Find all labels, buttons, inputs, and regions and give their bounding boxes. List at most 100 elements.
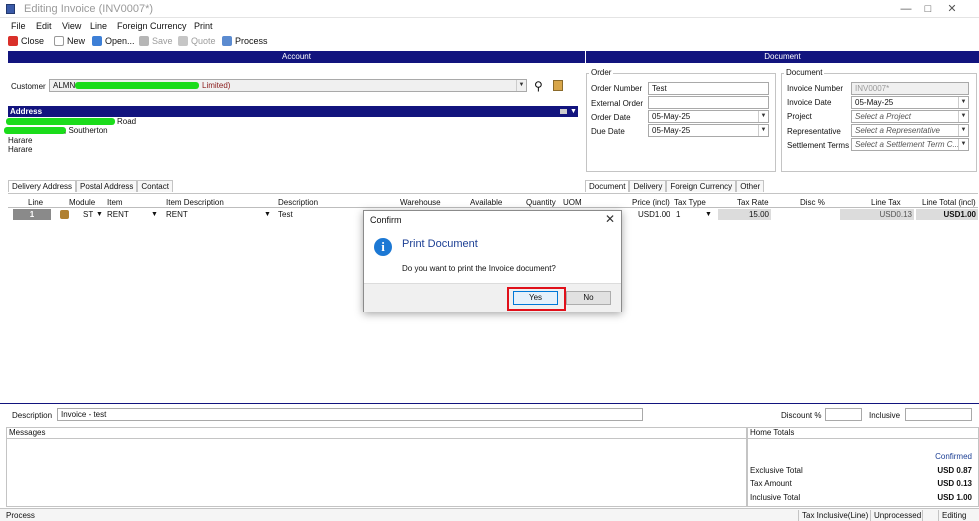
quote-icon xyxy=(178,36,188,46)
discount-input[interactable] xyxy=(825,408,862,421)
cell-item-description[interactable]: RENT xyxy=(166,209,188,220)
minimize-button[interactable]: — xyxy=(895,0,917,18)
tab-document[interactable]: Document xyxy=(585,180,630,192)
quote-label: Quote xyxy=(191,36,216,46)
process-icon xyxy=(222,36,232,46)
external-order-input[interactable] xyxy=(648,96,769,109)
cell-tax-rate[interactable]: 15.00 xyxy=(718,209,771,220)
customer-select[interactable]: ALMN Limited) ▼ xyxy=(49,79,527,92)
col-line-tax[interactable]: Line Tax xyxy=(871,198,901,207)
yes-button[interactable]: Yes xyxy=(513,291,558,305)
new-label: New xyxy=(67,36,86,46)
status-state: Unprocessed xyxy=(870,510,922,521)
col-tax-rate[interactable]: Tax Rate xyxy=(737,198,769,207)
invoice-date-label: Invoice Date xyxy=(787,98,832,107)
chevron-down-icon: ▼ xyxy=(516,80,526,91)
address-dropdown-icon[interactable]: ▼ xyxy=(570,106,577,117)
settlement-terms-label: Settlement Terms xyxy=(787,141,850,150)
tab-other[interactable]: Other xyxy=(736,180,765,192)
menu-foreign-currency[interactable]: Foreign Currency xyxy=(117,21,187,31)
menu-edit[interactable]: Edit xyxy=(36,21,52,31)
chevron-down-icon[interactable]: ▼ xyxy=(705,209,712,220)
external-order-label: External Order xyxy=(591,99,644,108)
close-window-button[interactable]: ✕ xyxy=(941,0,963,18)
description-label: Description xyxy=(12,411,53,420)
col-tax-type[interactable]: Tax Type xyxy=(674,198,706,207)
chevron-down-icon[interactable]: ▼ xyxy=(264,209,271,220)
invoice-number-input[interactable]: INV0007* xyxy=(851,82,969,95)
quote-button[interactable]: Quote xyxy=(178,36,216,46)
col-warehouse[interactable]: Warehouse xyxy=(400,198,441,207)
info-icon: i xyxy=(374,238,392,256)
redaction-mark xyxy=(75,82,199,89)
invoice-date-picker[interactable]: 05-May-25 ▼ xyxy=(851,96,969,109)
status-blank xyxy=(922,510,938,521)
customer-lookup-icon[interactable] xyxy=(553,80,563,91)
tab-delivery[interactable]: Delivery xyxy=(629,180,667,192)
cell-module[interactable]: ST xyxy=(83,209,93,220)
divider xyxy=(8,193,978,194)
no-button[interactable]: No xyxy=(566,291,611,305)
col-module[interactable]: Module xyxy=(69,198,95,207)
tab-postal-address[interactable]: Postal Address xyxy=(76,180,138,192)
order-date-picker[interactable]: 05-May-25 ▼ xyxy=(648,110,769,123)
col-line[interactable]: Line xyxy=(28,198,43,207)
order-date-value: 05-May-25 xyxy=(652,112,691,121)
chevron-down-icon[interactable]: ▼ xyxy=(96,209,103,220)
address-title: Address xyxy=(10,107,43,116)
search-icon[interactable]: ⚲ xyxy=(534,79,543,93)
description-input[interactable]: Invoice - test xyxy=(57,408,643,421)
address-menu-icon[interactable] xyxy=(560,109,567,114)
discount-label: Discount % xyxy=(781,411,822,420)
due-date-picker[interactable]: 05-May-25 ▼ xyxy=(648,124,769,137)
inclusive-total-label: Inclusive Total xyxy=(750,493,801,502)
cell-item[interactable]: RENT xyxy=(107,209,129,220)
new-button[interactable]: New xyxy=(54,36,85,46)
cell-price[interactable]: USD1.00 xyxy=(638,209,670,220)
redaction-mark xyxy=(6,118,115,125)
menu-line[interactable]: Line xyxy=(90,21,107,31)
col-available[interactable]: Available xyxy=(470,198,502,207)
cell-description[interactable]: Test xyxy=(278,209,293,220)
save-button[interactable]: Save xyxy=(139,36,173,46)
col-quantity[interactable]: Quantity xyxy=(526,198,556,207)
menu-print[interactable]: Print xyxy=(194,21,213,31)
window-title: Editing Invoice (INV0007*) xyxy=(24,3,154,15)
col-price[interactable]: Price (incl) xyxy=(632,198,670,207)
col-uom[interactable]: UOM xyxy=(563,198,582,207)
order-number-input[interactable]: Test xyxy=(648,82,769,95)
menu-file[interactable]: File xyxy=(11,21,26,31)
project-select[interactable]: Select a Project ▼ xyxy=(851,110,969,123)
col-disc[interactable]: Disc % xyxy=(800,198,825,207)
open-button[interactable]: Open... xyxy=(92,36,135,46)
tab-foreign-currency[interactable]: Foreign Currency xyxy=(666,180,737,192)
cell-line-tax: USD0.13 xyxy=(840,209,914,220)
dialog-footer: Yes No xyxy=(364,283,621,312)
settlement-terms-select[interactable]: Select a Settlement Term C... ▼ xyxy=(851,138,969,151)
customer-code: ALMN xyxy=(53,81,76,90)
close-button[interactable]: Close xyxy=(8,36,44,46)
customer-name: Limited) xyxy=(202,81,231,90)
process-button[interactable]: Process xyxy=(222,36,268,46)
invoice-date-value: 05-May-25 xyxy=(855,98,894,107)
toolbar: Close New Open... Save Quote Process xyxy=(0,34,979,50)
col-item[interactable]: Item xyxy=(107,198,123,207)
col-item-description[interactable]: Item Description xyxy=(166,198,224,207)
dialog-title: Confirm xyxy=(370,215,402,225)
representative-select[interactable]: Select a Representative ▼ xyxy=(851,124,969,137)
messages-panel: Messages xyxy=(6,427,747,507)
col-line-total[interactable]: Line Total (incl) xyxy=(922,198,976,207)
address-line-3: Harare xyxy=(8,136,33,145)
menu-view[interactable]: View xyxy=(62,21,81,31)
chevron-down-icon[interactable]: ▼ xyxy=(151,209,158,220)
maximize-button[interactable]: □ xyxy=(917,0,939,18)
divider xyxy=(0,403,979,404)
inclusive-input[interactable] xyxy=(905,408,972,421)
tab-delivery-address[interactable]: Delivery Address xyxy=(8,180,77,192)
close-icon[interactable]: ✕ xyxy=(605,212,615,226)
dialog-heading: Print Document xyxy=(402,238,478,250)
tab-contact[interactable]: Contact xyxy=(137,180,173,192)
col-description[interactable]: Description xyxy=(278,198,318,207)
order-date-label: Order Date xyxy=(591,113,631,122)
chevron-down-icon: ▼ xyxy=(958,139,968,150)
